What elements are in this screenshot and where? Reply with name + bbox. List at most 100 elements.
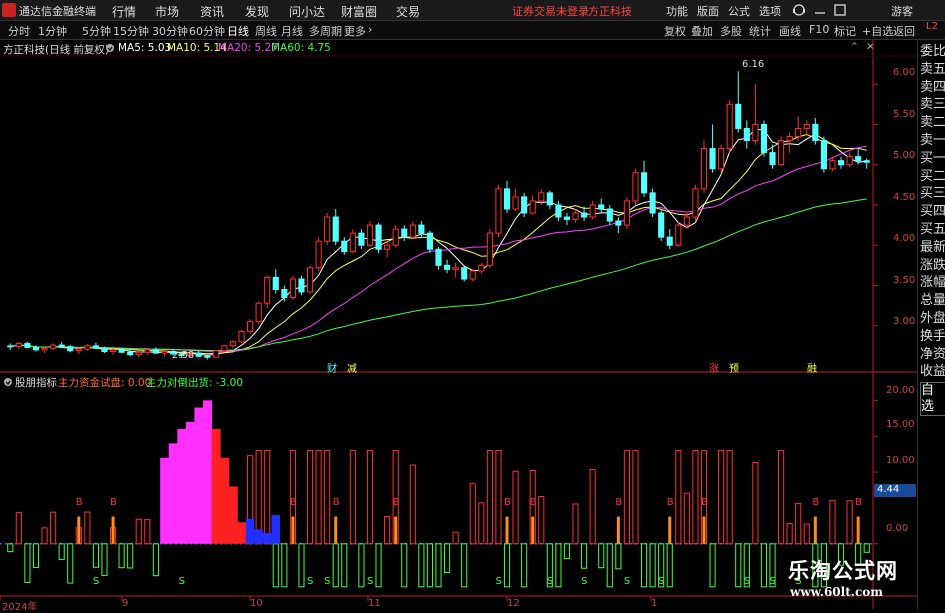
candle-body <box>7 345 14 348</box>
event-marker-forecast[interactable]: 预 <box>729 360 739 375</box>
candle-body <box>41 347 48 351</box>
side-panel-item[interactable]: 总量 <box>920 293 945 309</box>
buy-marker-bar <box>77 516 81 544</box>
buy-marker: B <box>701 497 708 508</box>
indicator-bar <box>349 450 356 545</box>
x-axis-label: 9 <box>122 598 129 609</box>
candle-body <box>598 204 605 210</box>
candle-body <box>298 278 305 293</box>
candle-body <box>666 236 673 246</box>
candle-body <box>409 224 416 238</box>
side-panel-item[interactable]: 涨幅 <box>920 275 945 291</box>
candle-body <box>752 123 759 142</box>
indicator-bar <box>863 543 870 553</box>
capital-test-bar-blue <box>254 529 263 544</box>
candle-body <box>443 264 451 270</box>
indicator-bar <box>846 500 853 545</box>
indicator-bar <box>478 502 485 545</box>
side-panel-item[interactable]: 最新 <box>920 240 945 256</box>
side-panel-item[interactable]: 卖五 <box>920 62 945 78</box>
candle-body <box>581 212 588 218</box>
candle-body <box>503 188 511 210</box>
candle-body <box>469 270 476 280</box>
capital-test-bar <box>194 407 204 544</box>
candle-body <box>152 349 159 354</box>
side-panel-item[interactable]: 外盘 <box>920 311 945 327</box>
indicator-bar <box>306 450 314 545</box>
indicator-bar <box>666 543 673 588</box>
indicator-bar <box>615 543 622 570</box>
indicator-bar <box>786 522 793 545</box>
side-panel-item[interactable]: 收益 <box>920 364 945 380</box>
price-axis-label: 4.50 <box>893 192 916 203</box>
candle-body <box>109 349 117 352</box>
side-panel-item[interactable]: 买二 <box>920 169 945 185</box>
side-panel-item[interactable]: 卖三 <box>920 97 945 113</box>
event-marker-margin[interactable]: 融 <box>807 360 817 375</box>
candle-body <box>289 278 296 299</box>
candle-body <box>632 172 639 202</box>
indicator-bar <box>649 543 656 588</box>
side-panel-item[interactable]: 换手 <box>920 329 945 345</box>
sell-marker: S <box>547 576 553 587</box>
candle-body <box>786 136 793 142</box>
indicator-name[interactable]: 股朋指标 <box>15 375 57 390</box>
candle-body <box>366 224 374 246</box>
candle-body <box>426 232 434 250</box>
sell-marker: S <box>581 576 587 587</box>
side-panel-item[interactable]: 委比 <box>920 44 945 60</box>
indicator-bar <box>67 543 74 584</box>
candle-body <box>658 212 665 238</box>
side-panel-item[interactable]: 买三 <box>920 186 945 202</box>
candle-body <box>58 344 65 348</box>
side-panel-item[interactable]: 卖四 <box>920 80 945 96</box>
candle-body <box>32 346 40 351</box>
side-panel-item[interactable]: 涨跌 <box>920 258 945 274</box>
side-panel-item[interactable]: 买一 <box>920 151 945 167</box>
high-price-label: 6.16 <box>742 59 765 70</box>
indicator-axis-label: 0.00 <box>886 523 909 534</box>
indicator-bar <box>589 469 596 545</box>
candlestick-chart[interactable]: B B B B B B B B B B B BS S S S S S S S S S S S S <box>0 0 917 609</box>
indicator-bar <box>538 496 545 545</box>
side-panel-item[interactable]: 买五 <box>920 222 945 238</box>
indicator-bar <box>495 450 502 545</box>
candle-body <box>15 342 22 348</box>
side-panel-item[interactable]: 卖二 <box>920 115 945 131</box>
side-panel-item[interactable]: 买四 <box>920 204 945 220</box>
candle-body <box>101 347 108 352</box>
side-panel-item[interactable]: 卖一 <box>920 133 945 149</box>
candle-body <box>726 103 733 150</box>
indicator-bar <box>375 543 382 588</box>
buy-marker: B <box>667 497 674 508</box>
side-panel-item[interactable]: 自选 <box>920 382 945 417</box>
low-price-label: 2.58 <box>172 350 195 361</box>
candle-body <box>127 351 134 356</box>
candle-body <box>358 232 365 246</box>
candle-body <box>75 348 82 352</box>
candle-body <box>118 349 125 353</box>
sell-marker: S <box>324 576 330 587</box>
candle-body <box>820 140 827 170</box>
event-marker-limit-up[interactable]: 涨 <box>709 360 719 375</box>
event-marker-reduce[interactable]: 减 <box>347 360 357 375</box>
candle-body <box>204 355 211 358</box>
event-marker-finance[interactable]: 财 <box>327 360 337 375</box>
indicator-bar <box>640 543 648 588</box>
candle-body <box>67 346 74 352</box>
sell-marker: S <box>179 576 185 587</box>
indicator-bar <box>32 543 40 568</box>
indicator-field-2: 主力对倒出货: -3.00 <box>146 377 244 389</box>
buy-marker-bar <box>505 516 509 544</box>
indicator-bar <box>581 543 588 569</box>
indicator-bar <box>426 543 434 588</box>
quote-side-panel: 委比卖五卖四 卖三卖二卖一买一买二 买三买四买五最新涨跌 涨幅总量外盘换手净资 收益自选 <box>917 40 945 609</box>
buy-marker: B <box>333 497 340 508</box>
candle-body <box>521 196 528 214</box>
candle-body <box>735 103 742 129</box>
price-axis-label: 5.00 <box>893 150 916 161</box>
candle-body <box>529 200 536 214</box>
side-panel-item[interactable]: 净资 <box>920 347 945 363</box>
indicator-axis-label: 15.00 <box>886 419 915 430</box>
candle-body <box>161 350 168 354</box>
